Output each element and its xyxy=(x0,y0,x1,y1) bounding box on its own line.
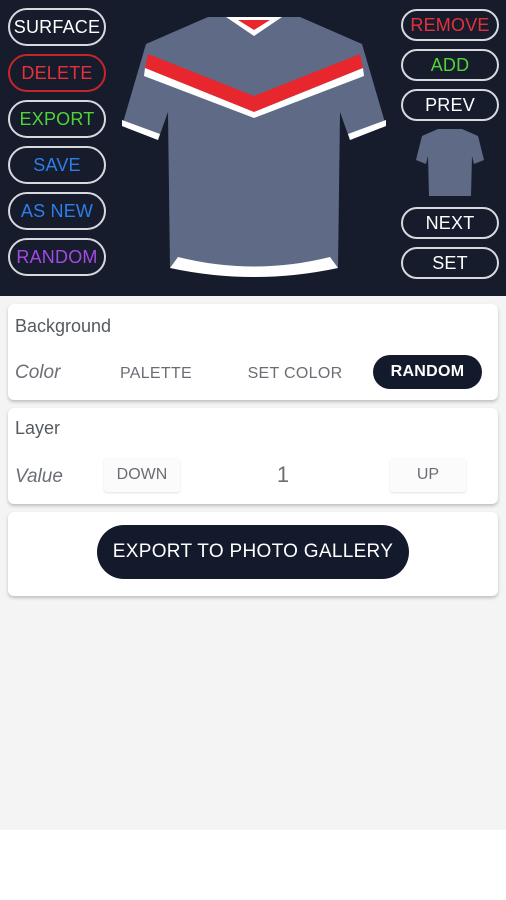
jersey-thumbnail[interactable] xyxy=(416,128,484,198)
surface-button[interactable]: SURFACE xyxy=(8,8,106,46)
prev-button[interactable]: PREV xyxy=(401,89,499,121)
random-design-button[interactable]: RANDOM xyxy=(8,238,106,276)
export-button[interactable]: EXPORT xyxy=(8,100,106,138)
value-row-label: Value xyxy=(15,466,63,487)
export-card: EXPORT TO PHOTO GALLERY xyxy=(8,512,498,596)
color-row-label: Color xyxy=(15,362,61,383)
palette-button[interactable]: PALETTE xyxy=(96,358,216,390)
layer-card: Layer Value DOWN 1 UP xyxy=(8,408,498,504)
add-button[interactable]: ADD xyxy=(401,49,499,81)
set-button[interactable]: SET xyxy=(401,247,499,279)
export-to-gallery-button[interactable]: EXPORT TO PHOTO GALLERY xyxy=(97,525,409,579)
editor-canvas: SURFACE DELETE EXPORT SAVE AS NEW RANDOM… xyxy=(0,0,506,296)
settings-panel: Background Color PALETTE SET COLOR RANDO… xyxy=(0,296,506,830)
next-button[interactable]: NEXT xyxy=(401,207,499,239)
jersey-preview[interactable] xyxy=(122,14,386,280)
background-card: Background Color PALETTE SET COLOR RANDO… xyxy=(8,304,498,400)
set-color-button[interactable]: SET COLOR xyxy=(230,358,360,390)
random-color-button[interactable]: RANDOM xyxy=(373,355,482,389)
layer-down-button[interactable]: DOWN xyxy=(104,458,180,492)
jersey-body xyxy=(122,17,386,268)
as-new-button[interactable]: AS NEW xyxy=(8,192,106,230)
save-button[interactable]: SAVE xyxy=(8,146,106,184)
layer-title: Layer xyxy=(15,418,61,438)
layer-value: 1 xyxy=(276,462,290,487)
background-title: Background xyxy=(15,316,112,336)
remove-button[interactable]: REMOVE xyxy=(401,9,499,41)
delete-button[interactable]: DELETE xyxy=(8,54,106,92)
layer-up-button[interactable]: UP xyxy=(390,458,466,492)
